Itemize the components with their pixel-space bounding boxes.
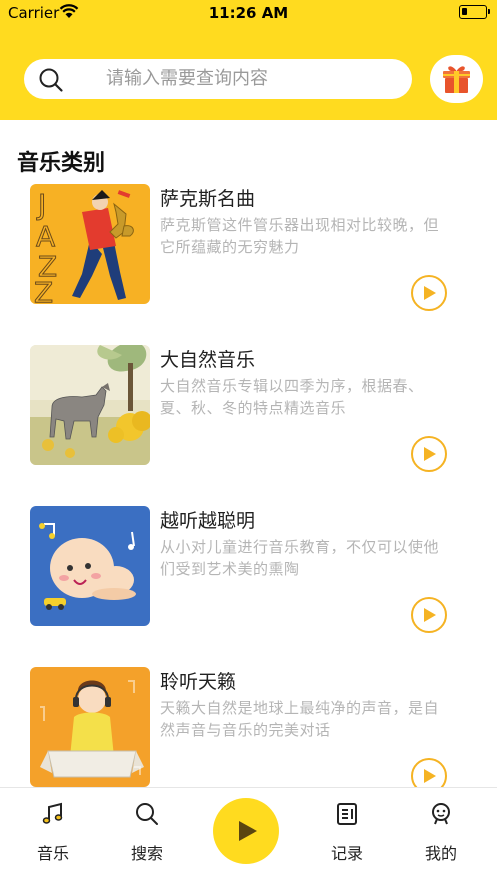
item-description: 萨克斯管这件管乐器出现相对比较晚，但它所蕴藏的无穷魅力 bbox=[160, 216, 440, 256]
item-title: 大自然音乐 bbox=[160, 349, 256, 371]
list-item[interactable]: 聆听天籁 天籁大自然是地球上最纯净的声音，是自然声音与音乐的完美对话 bbox=[0, 663, 497, 787]
tab-label: 音乐 bbox=[36, 844, 69, 863]
item-description: 天籁大自然是地球上最纯净的声音，是自然声音与音乐的完美对话 bbox=[160, 699, 440, 739]
tab-label: 记录 bbox=[330, 844, 363, 863]
nature-thumbnail bbox=[30, 345, 150, 465]
play-button[interactable] bbox=[411, 275, 447, 311]
search-icon bbox=[39, 68, 63, 92]
smiley-icon bbox=[432, 803, 450, 825]
play-button[interactable] bbox=[411, 597, 447, 633]
play-icon bbox=[424, 286, 436, 300]
battery-icon bbox=[459, 5, 490, 19]
svg-text:Z: Z bbox=[34, 276, 53, 304]
section-title: 音乐类别 bbox=[17, 151, 106, 176]
play-button[interactable] bbox=[411, 436, 447, 472]
header: Carrier 11:26 AM 请输入需要查询内容 bbox=[0, 0, 497, 120]
document-icon bbox=[337, 803, 357, 825]
center-play-button[interactable] bbox=[213, 798, 279, 864]
clock: 11:26 AM bbox=[208, 4, 289, 22]
baby-thumbnail bbox=[30, 506, 150, 626]
tab-label: 我的 bbox=[424, 844, 457, 863]
item-description: 大自然音乐专辑以四季为序，根据春、夏、秋、冬的特点精选音乐 bbox=[160, 377, 424, 417]
list-item[interactable]: 大自然音乐 大自然音乐专辑以四季为序，根据春、夏、秋、冬的特点精选音乐 bbox=[0, 341, 497, 502]
search-input[interactable]: 请输入需要查询内容 bbox=[106, 59, 268, 99]
item-title: 萨克斯名曲 bbox=[160, 188, 256, 210]
play-icon bbox=[239, 821, 257, 841]
gift-icon bbox=[443, 66, 470, 93]
tab-records[interactable]: 记录 bbox=[312, 788, 382, 868]
play-icon bbox=[424, 608, 436, 622]
tab-mine[interactable]: 我的 bbox=[406, 788, 476, 868]
tab-search[interactable]: 搜索 bbox=[112, 788, 182, 868]
music-category-list[interactable]: J A Z Z 萨克斯名曲 萨克斯管这件管乐器出现相对比较晚，但它所蕴藏的无穷魅… bbox=[0, 180, 497, 787]
play-button[interactable] bbox=[411, 758, 447, 787]
item-title: 聆听天籁 bbox=[160, 671, 237, 693]
search-bar[interactable]: 请输入需要查询内容 bbox=[24, 59, 412, 99]
search-icon bbox=[136, 803, 158, 825]
list-item[interactable]: J A Z Z 萨克斯名曲 萨克斯管这件管乐器出现相对比较晚，但它所蕴藏的无穷魅… bbox=[0, 180, 497, 341]
svg-text:A: A bbox=[36, 220, 55, 253]
headphones-thumbnail bbox=[30, 667, 150, 787]
tab-music[interactable]: 音乐 bbox=[18, 788, 88, 868]
list-item[interactable]: 越听越聪明 从小对儿童进行音乐教育，不仅可以使他们受到艺术美的熏陶 bbox=[0, 502, 497, 663]
play-icon bbox=[424, 447, 436, 461]
saxophone-thumbnail: J A Z Z bbox=[30, 184, 150, 304]
status-bar: Carrier 11:26 AM bbox=[0, 0, 497, 26]
item-description: 从小对儿童进行音乐教育，不仅可以使他们受到艺术美的熏陶 bbox=[160, 538, 440, 578]
svg-text:J: J bbox=[36, 188, 46, 221]
gift-button[interactable] bbox=[430, 55, 483, 103]
tab-label: 搜索 bbox=[130, 844, 163, 863]
tab-bar: 音乐 搜索 记录 我的 bbox=[0, 787, 497, 883]
item-title: 越听越聪明 bbox=[160, 510, 256, 532]
music-note-icon bbox=[42, 802, 63, 824]
play-icon bbox=[424, 769, 436, 783]
